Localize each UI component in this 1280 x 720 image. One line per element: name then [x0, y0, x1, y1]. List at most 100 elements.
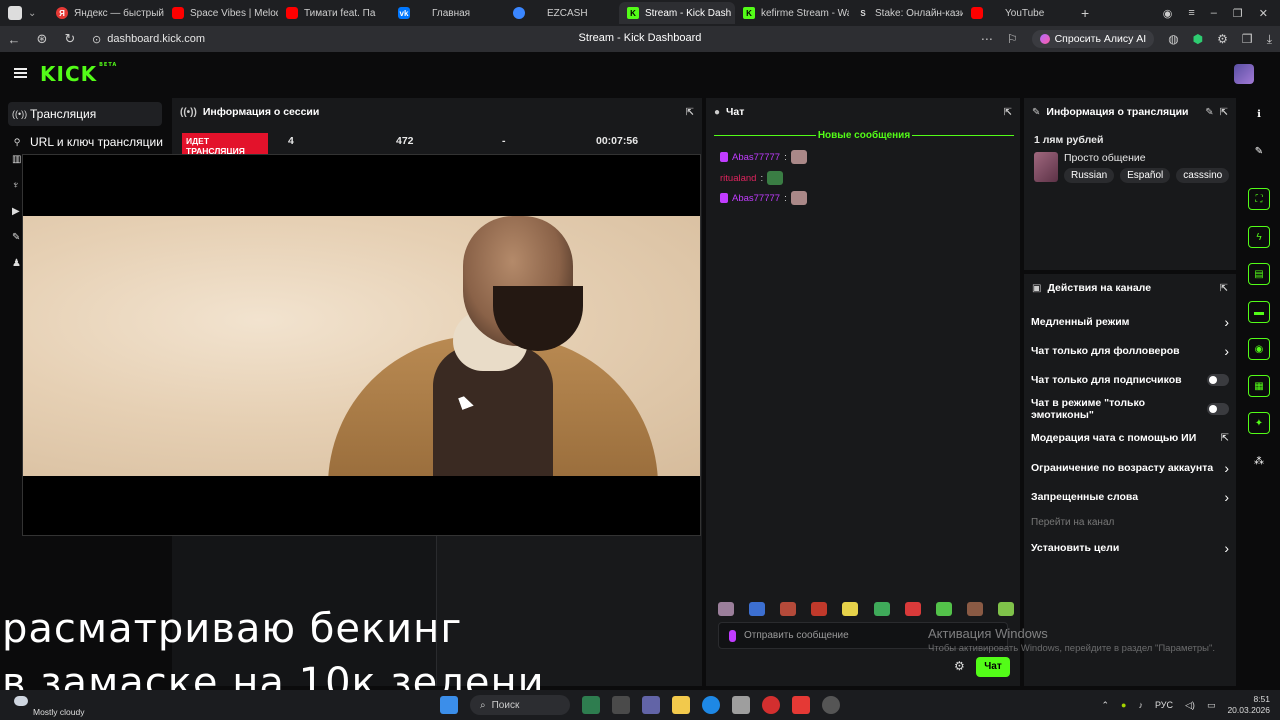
emote-icon[interactable]	[873, 602, 890, 616]
layers-icon[interactable]: ▦	[1248, 375, 1270, 397]
kick-logo[interactable]: KICK BETA	[40, 62, 117, 86]
tab-actions-button[interactable]: ⌄	[0, 2, 48, 24]
ai-moderation-action[interactable]: Модерация чата с помощью ИИ ⇱	[1031, 430, 1229, 446]
subscribers-only-toggle[interactable]	[1207, 374, 1229, 386]
chat-username[interactable]: Abas77777	[732, 152, 780, 163]
system-clock[interactable]: 8:51 20.03.2026	[1227, 694, 1270, 716]
widgets-icon[interactable]	[582, 696, 600, 714]
popout-icon[interactable]: ⇱	[1220, 107, 1228, 118]
sidebar-item-stream-key[interactable]: ⚲ URL и ключ трансляции	[0, 130, 170, 154]
hamburger-menu-icon[interactable]	[14, 68, 27, 78]
extension-icon[interactable]: ⚙	[1217, 32, 1228, 46]
new-tab-button[interactable]: +	[1073, 2, 1097, 24]
emote-icon[interactable]	[718, 602, 734, 616]
account-age-action[interactable]: Ограничение по возрасту аккаунта ›	[1031, 460, 1229, 476]
teams-icon[interactable]	[642, 696, 660, 714]
speaker-icon[interactable]: ◁)	[1185, 700, 1195, 711]
start-icon[interactable]	[440, 696, 458, 714]
tab-timati[interactable]: Тимати feat. Па	[278, 2, 390, 24]
tab-youtube[interactable]: YouTube	[963, 2, 1073, 24]
info-icon[interactable]: ℹ	[1248, 103, 1270, 125]
tag[interactable]: Español	[1120, 168, 1171, 183]
followers-only-action[interactable]: Чат только для фолловеров ›	[1031, 343, 1229, 359]
tab-kick-dashboard[interactable]: KStream - Kick Dash✕	[619, 2, 735, 24]
collections-icon[interactable]: ❒	[1242, 32, 1253, 46]
back-icon[interactable]: ←	[0, 32, 28, 47]
tag[interactable]: Russian	[1064, 168, 1115, 183]
file-explorer-icon[interactable]	[672, 696, 690, 714]
restore-icon[interactable]: ❐	[1233, 7, 1243, 20]
lightning-icon[interactable]: ϟ	[1248, 226, 1270, 248]
yandex-browser-icon[interactable]	[762, 696, 780, 714]
reload-icon[interactable]: ↻	[56, 31, 84, 47]
tab-yandex[interactable]: Я Яндекс — быстрый п	[48, 2, 164, 24]
slow-mode-action[interactable]: Медленный режим ›	[1031, 314, 1229, 330]
chat-settings-icon[interactable]: ⚙	[954, 659, 965, 673]
chat-message[interactable]: ritualand:	[720, 170, 784, 186]
site-info-icon[interactable]: ⊙	[92, 33, 101, 46]
stream-preview-video[interactable]	[22, 154, 701, 536]
emote-icon[interactable]	[811, 602, 828, 616]
emote-icon[interactable]	[842, 602, 859, 616]
emote-only-toggle[interactable]	[1207, 403, 1229, 415]
tab-space-vibes[interactable]: Space Vibes | Melod	[164, 2, 278, 24]
chat-bubble-icon[interactable]: ▬	[1248, 301, 1270, 323]
sidebar-item-stream[interactable]: ((•)) Трансляция	[8, 102, 162, 126]
tab-ezcash[interactable]: EZCASH	[505, 2, 619, 24]
emote-icon[interactable]	[904, 602, 921, 616]
store-icon[interactable]	[732, 696, 750, 714]
set-goals-action[interactable]: Установить цели ›	[1031, 540, 1229, 556]
shield-icon[interactable]: ⬢	[1193, 32, 1203, 46]
tab-kefirme[interactable]: Kkefirme Stream - Wat	[735, 2, 849, 24]
emote-icon[interactable]	[780, 602, 797, 616]
tag[interactable]: casssino	[1176, 168, 1230, 183]
popout-icon[interactable]: ⇱	[1220, 283, 1228, 294]
emote-icon[interactable]	[749, 602, 766, 616]
minimize-icon[interactable]: –	[1211, 7, 1217, 19]
wrench-icon[interactable]: ✦	[1248, 412, 1270, 434]
bookmark-icon[interactable]: ⚐	[1007, 32, 1018, 46]
edge-icon[interactable]	[702, 696, 720, 714]
language-indicator[interactable]: РУС	[1155, 700, 1173, 710]
emote-icon[interactable]	[997, 602, 1014, 616]
popout-icon[interactable]: ⇱	[1004, 107, 1012, 118]
task-view-icon[interactable]	[612, 696, 630, 714]
settings-icon[interactable]: ⁂	[1248, 450, 1270, 472]
chat-message[interactable]: Abas77777:	[720, 190, 807, 206]
protect-icon[interactable]: ⊛	[28, 31, 56, 47]
menu-icon[interactable]: ≡	[1188, 7, 1194, 19]
banned-words-action[interactable]: Запрещенные слова ›	[1031, 489, 1229, 505]
close-window-icon[interactable]: ✕	[1259, 7, 1268, 20]
taskbar-search[interactable]: ⌕ Поиск	[470, 695, 570, 715]
network-icon[interactable]: ▭	[1207, 700, 1216, 711]
popout-icon[interactable]: ⇱	[686, 107, 694, 118]
tab-vk-home[interactable]: vk Главная	[390, 2, 505, 24]
yandex-icon[interactable]	[792, 696, 810, 714]
send-chat-button[interactable]: Чат	[976, 657, 1010, 677]
fullscreen-icon[interactable]: ⛶	[1248, 188, 1270, 210]
stream-category[interactable]: Просто общение	[1064, 152, 1146, 164]
ask-alice-button[interactable]: Спросить Алису AI	[1031, 30, 1155, 48]
edit-icon[interactable]: ✎	[1205, 107, 1213, 118]
chevron-up-icon[interactable]: ⌃	[1102, 700, 1110, 711]
mic-icon[interactable]: ♪	[1138, 700, 1143, 710]
app-tray-icon[interactable]: ●	[1121, 700, 1126, 710]
new-messages-divider[interactable]: Новые сообщения	[714, 130, 1014, 142]
tab-stake[interactable]: S Stake: Онлайн-казин	[849, 2, 963, 24]
vpn-icon[interactable]: ◍	[1168, 32, 1178, 46]
broadcast-icon[interactable]: ◉	[1248, 338, 1270, 360]
chat-username[interactable]: ritualand	[720, 173, 756, 184]
steam-icon[interactable]	[822, 696, 840, 714]
go-to-channel-link[interactable]: Перейти на канал	[1031, 514, 1229, 530]
avatar[interactable]	[1234, 64, 1254, 84]
download-icon[interactable]: ⤓	[1267, 32, 1272, 47]
url-field[interactable]: ⊙ dashboard.kick.com	[92, 33, 205, 46]
chat-message[interactable]: Abas77777:	[720, 149, 807, 165]
profile-icon[interactable]: ◉	[1163, 7, 1173, 20]
clipboard-icon[interactable]: ▤	[1248, 263, 1270, 285]
pencil-icon[interactable]: ✎	[1248, 140, 1270, 162]
more-icon[interactable]: ⋯	[981, 32, 993, 46]
emote-icon[interactable]	[966, 602, 983, 616]
emote-icon[interactable]	[935, 602, 952, 616]
chat-username[interactable]: Abas77777	[732, 193, 780, 204]
